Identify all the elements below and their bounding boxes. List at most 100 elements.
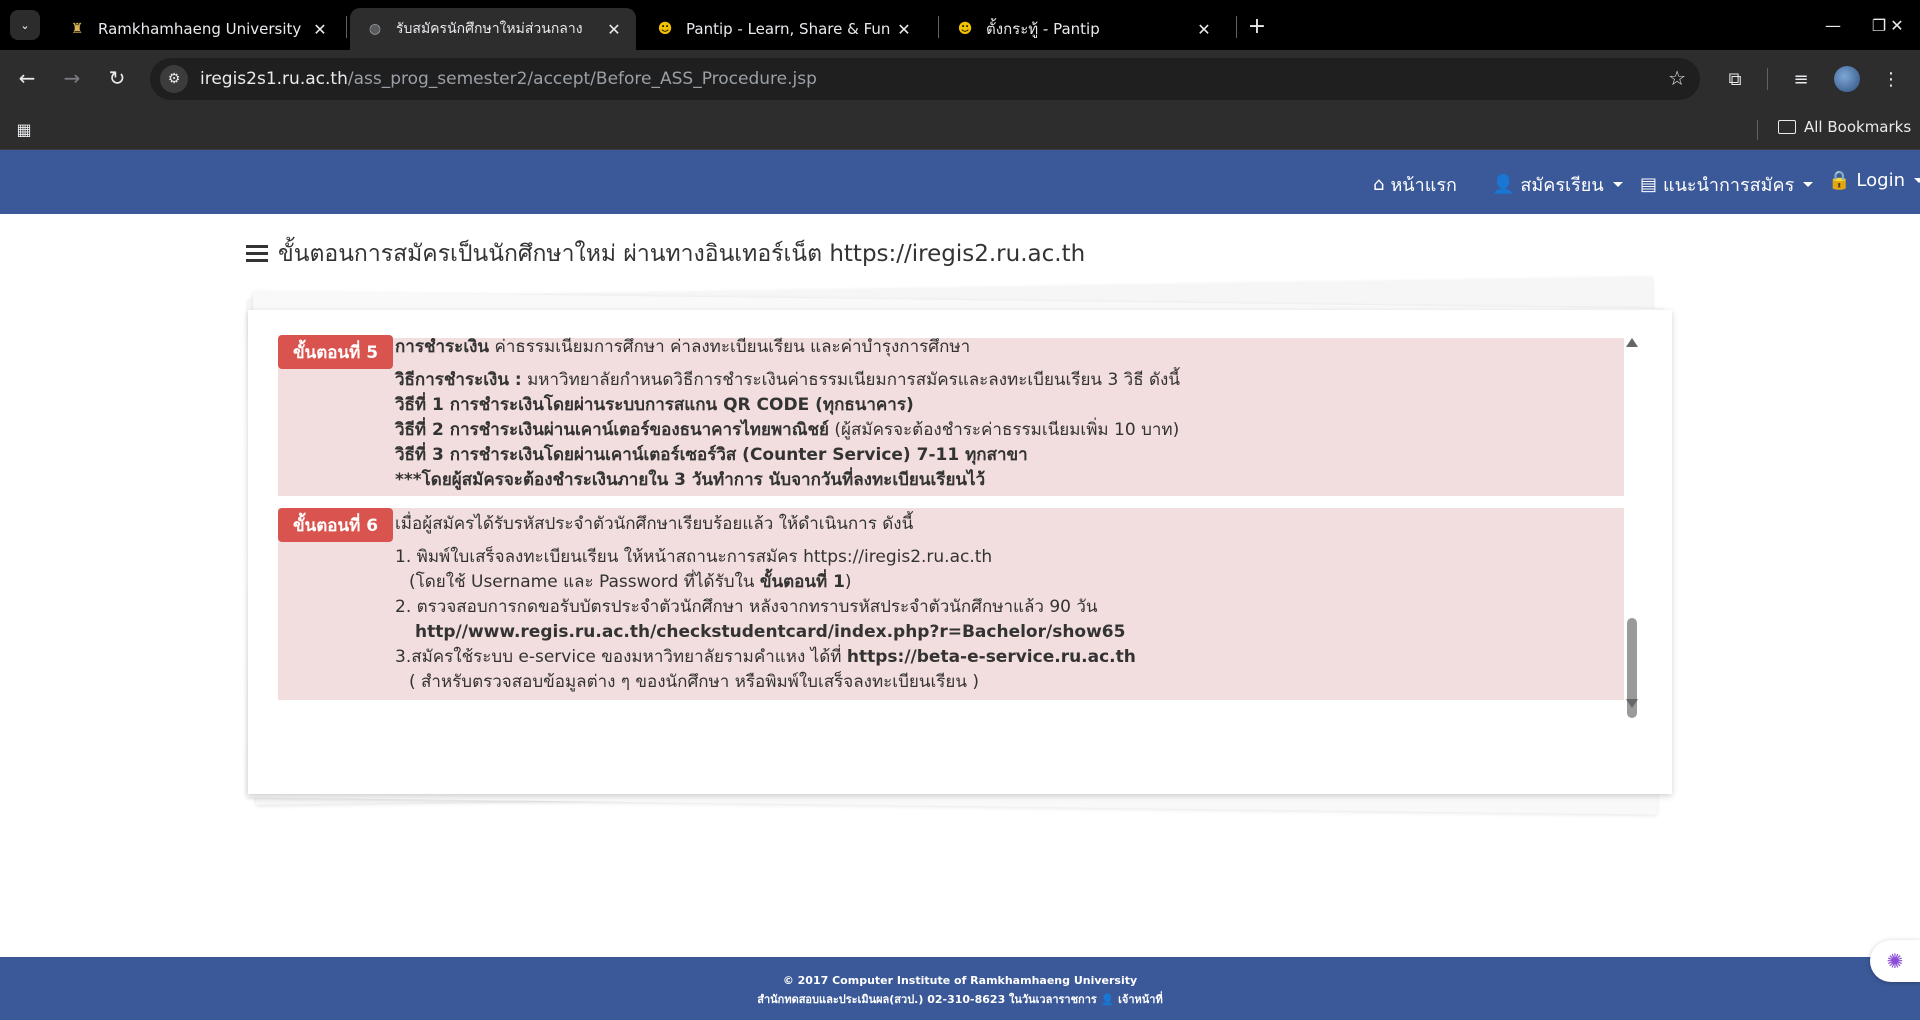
folder-icon (1778, 120, 1796, 134)
step-6-badge: ขั้นตอนที่ 6 (278, 508, 394, 542)
procedure-panel: ขั้นตอนที่ 5 การชำระเงิน ค่าธรรมเนียมการ… (248, 310, 1672, 794)
close-tab-icon[interactable]: ✕ (894, 19, 914, 39)
footer-copyright: © 2017 Computer Institute of Ramkhamhaen… (782, 974, 1138, 987)
user-plus-icon: 👤 (1492, 174, 1515, 195)
close-tab-icon[interactable]: ✕ (310, 19, 330, 39)
payment-way-2: วิธีที่ 2 การชำระเงินผ่านเคาน์เตอร์ของธน… (395, 418, 1180, 443)
page-title: ขั้นตอนการสมัครเป็นนักศึกษาใหม่ ผ่านทางอ… (246, 236, 1085, 272)
profile-avatar[interactable] (1834, 66, 1860, 92)
address-bar[interactable]: ⚙ iregis2s1.ru.ac.th/ass_prog_semester2/… (150, 58, 1700, 100)
close-tab-icon[interactable]: ✕ (1194, 19, 1214, 39)
back-button[interactable]: ← (11, 62, 43, 94)
media-control-icon[interactable]: ≡ (1786, 64, 1816, 94)
browser-toolbar: ← → ↻ ⚙ iregis2s1.ru.ac.th/ass_prog_seme… (0, 50, 1920, 108)
tab-title: รับสมัครนักศึกษาใหม่ส่วนกลาง (396, 21, 583, 37)
tab-divider (1236, 16, 1237, 38)
step-5-title: การชำระเงิน ค่าธรรมเนียมการศึกษา ค่าลงทะ… (395, 335, 1180, 360)
url-text[interactable]: iregis2s1.ru.ac.th/ass_prog_semester2/ac… (200, 69, 817, 89)
minimize-button[interactable]: — (1810, 0, 1856, 50)
tab-divider (346, 16, 347, 38)
scroll-down-arrow-icon[interactable] (1626, 699, 1638, 708)
arrow-left-icon: ← (18, 66, 36, 90)
footer-staff-link[interactable]: เจ้าหน้าที่ (1118, 993, 1163, 1006)
nav-login-label: Login (1856, 170, 1905, 191)
footer-contact-text: สำนักทดสอบและประเมินผล(สวป.) 02-310-8623… (757, 993, 1101, 1006)
student-card-link[interactable]: http//www.regis.ru.ac.th/checkstudentcar… (395, 620, 1136, 645)
url-path: /ass_prog_semester2/accept/Before_ASS_Pr… (347, 69, 817, 89)
forward-button[interactable]: → (56, 62, 88, 94)
step-6-item-1: 1. พิมพ์ใบเสร็จลงทะเบียนเรียน ให้หน้าสถา… (395, 547, 993, 567)
reload-button[interactable]: ↻ (101, 62, 133, 94)
caret-down-icon (1803, 182, 1814, 187)
payment-way-1: วิธีที่ 1 การชำระเงินโดยผ่านระบบการสแกน … (395, 395, 914, 415)
reload-icon: ↻ (108, 66, 126, 90)
step-6-item-2: 2. ตรวจสอบการกดขอรับบัตรประจำตัวนักศึกษา… (395, 597, 1098, 617)
pantip-favicon-icon: ☻ (657, 21, 673, 37)
globe-favicon-icon: ◍ (368, 21, 382, 37)
step-6-item-3-sub: ( สำหรับตรวจสอบข้อมูลต่าง ๆ ของนักศึกษา … (409, 672, 980, 692)
step-6-text: เมื่อผู้สมัครได้รับรหัสประจำตัวนักศึกษาเ… (395, 512, 1136, 695)
arrow-right-icon: → (63, 66, 81, 90)
tab-title: ตั้งกระทู้ - Pantip (986, 20, 1100, 38)
step-6-item-3: 3.สมัครใช้ระบบ e-service ของมหาวิทยาลัยร… (395, 645, 1136, 670)
pantip-favicon-icon: ☻ (957, 21, 973, 37)
step-5-badge: ขั้นตอนที่ 5 (278, 335, 394, 369)
scroll-up-arrow-icon[interactable] (1626, 338, 1638, 347)
close-icon: ✕ (1890, 15, 1904, 35)
nav-login-dropdown[interactable]: 🔒 Login (1828, 170, 1920, 191)
university-favicon-icon: ♜ (70, 21, 84, 37)
all-bookmarks-label: All Bookmarks (1804, 118, 1912, 136)
tab-search-button[interactable]: ⌄ (10, 10, 40, 40)
bookmarks-divider (1757, 120, 1758, 140)
menu-kebab-icon[interactable]: ⋮ (1876, 64, 1906, 94)
caret-down-icon (1612, 182, 1623, 187)
payment-way-3: วิธีที่ 3 การชำระเงินโดยผ่านเคาน์เตอร์เซ… (395, 445, 1028, 465)
apps-grid-icon[interactable]: ▦ (13, 118, 35, 140)
nav-home[interactable]: ⌂ หน้าแรก (1373, 170, 1457, 199)
tab-pantip-home[interactable]: ☻ Pantip - Learn, Share & Fun ✕ (640, 8, 926, 50)
nav-register-label: สมัครเรียน (1520, 175, 1604, 196)
lock-icon: 🔒 (1828, 170, 1851, 191)
site-settings-icon[interactable]: ⚙ (160, 65, 188, 93)
bookmarks-bar: ▦ All Bookmarks (0, 108, 1920, 150)
item-1-sub-b: ขั้นตอนที่ 1 (759, 572, 845, 592)
page-title-text: ขั้นตอนการสมัครเป็นนักศึกษาใหม่ ผ่านทางอ… (278, 241, 1086, 267)
step-6-block: ขั้นตอนที่ 6 เมื่อผู้สมัครได้รับรหัสประจ… (278, 508, 1624, 700)
close-tab-icon[interactable]: ✕ (604, 19, 624, 39)
nav-home-label: หน้าแรก (1390, 175, 1457, 196)
bookmark-star-icon[interactable]: ☆ (1668, 66, 1686, 90)
browser-tab-bar: ⌄ ♜ Ramkhamhaeng University ✕ ◍ รับสมัคร… (0, 0, 1920, 50)
payment-way-2-bold: วิธีที่ 2 การชำระเงินผ่านเคาน์เตอร์ของธน… (395, 420, 829, 440)
assistant-brain-icon[interactable]: ✺ (1870, 940, 1920, 982)
nav-register-dropdown[interactable]: 👤 สมัครเรียน (1492, 170, 1623, 199)
e-service-link[interactable]: https://beta-e-service.ru.ac.th (847, 647, 1136, 667)
step-5-title-bold: การชำระเงิน (395, 337, 490, 357)
tab-divider (938, 16, 939, 38)
toolbar-divider (1767, 68, 1768, 90)
content-scrollbar[interactable] (1624, 338, 1638, 718)
new-tab-button[interactable]: + (1243, 12, 1271, 40)
payment-way-2-rest: (ผู้สมัครจะต้องชำระค่าธรรมเนียมเพิ่ม 10 … (828, 420, 1180, 440)
home-icon: ⌂ (1373, 174, 1385, 195)
nav-guide-dropdown[interactable]: ▤ แนะนำการสมัคร (1640, 170, 1814, 199)
tab-title: Pantip - Learn, Share & Fun (686, 20, 891, 38)
close-window-button[interactable]: ✕ (1874, 0, 1920, 50)
tab-ramkhamhaeng[interactable]: ♜ Ramkhamhaeng University ✕ (52, 8, 342, 50)
tab-registration[interactable]: ◍ รับสมัครนักศึกษาใหม่ส่วนกลาง ✕ (350, 8, 636, 50)
item-1-sub-a: (โดยใช้ Username และ Password ที่ได้รับใ… (409, 572, 760, 592)
payment-method-label: วิธีการชำระเงิน : (395, 370, 522, 390)
step-6-intro: เมื่อผู้สมัครได้รับรหัสประจำตัวนักศึกษาเ… (395, 514, 914, 534)
user-icon: 👤 (1100, 993, 1119, 1006)
list-icon (246, 245, 268, 263)
step-5-title-rest: ค่าธรรมเนียมการศึกษา ค่าลงทะเบียนเรียน แ… (489, 337, 971, 357)
footer-contact: สำนักทดสอบและประเมินผล(สวป.) 02-310-8623… (0, 990, 1920, 1008)
minimize-icon: — (1825, 15, 1841, 35)
newspaper-icon: ▤ (1640, 174, 1658, 195)
site-footer: © 2017 Computer Institute of Ramkhamhaen… (0, 957, 1920, 1020)
step-5-text: การชำระเงิน ค่าธรรมเนียมการศึกษา ค่าลงทะ… (395, 335, 1180, 493)
site-navbar: ⌂ หน้าแรก 👤 สมัครเรียน ▤ แนะนำการสมัคร 🔒… (0, 150, 1920, 214)
extensions-icon[interactable]: ⧉ (1720, 64, 1750, 94)
tab-pantip-post[interactable]: ☻ ตั้งกระทู้ - Pantip ✕ (940, 8, 1226, 50)
all-bookmarks-button[interactable]: All Bookmarks (1778, 118, 1911, 136)
payment-method-text: มหาวิทยาลัยกำหนดวิธีการชำระเงินค่าธรรมเน… (521, 370, 1180, 390)
